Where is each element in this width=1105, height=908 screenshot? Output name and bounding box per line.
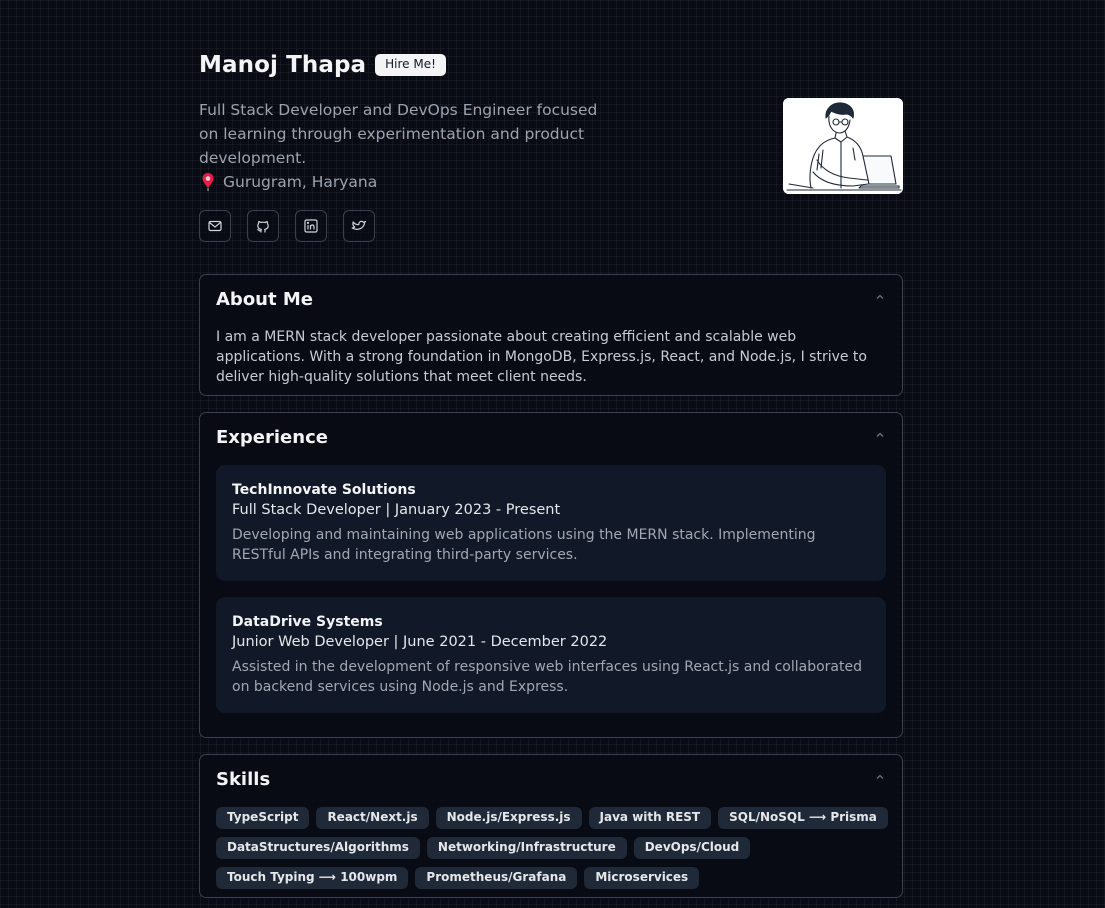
skill-chip: SQL/NoSQL ⟶ Prisma — [718, 807, 888, 829]
skill-chip: Touch Typing ⟶ 100wpm — [216, 867, 409, 889]
skills-section: Skills TypeScript React/Next.js Node.js/… — [199, 754, 903, 898]
chevron-up-icon[interactable] — [874, 429, 886, 441]
experience-item: TechInnovate Solutions Full Stack Develo… — [216, 465, 886, 581]
experience-title: Experience — [216, 427, 328, 448]
location-text: Gurugram, Haryana — [223, 173, 378, 191]
skill-chip: Microservices — [584, 867, 700, 889]
portfolio-page: Manoj Thapa Hire Me! Full Stack Develope… — [199, 0, 903, 898]
experience-company: TechInnovate Solutions — [232, 482, 416, 498]
skills-list: TypeScript React/Next.js Node.js/Express… — [216, 807, 896, 897]
skill-chip: Node.js/Express.js — [435, 807, 582, 829]
twitter-icon — [351, 220, 367, 230]
chevron-up-icon[interactable] — [874, 291, 886, 303]
about-title: About Me — [216, 289, 313, 310]
email-button[interactable] — [199, 210, 231, 242]
map-pin-icon — [199, 170, 217, 194]
chevron-up-icon[interactable] — [874, 771, 886, 783]
skill-chip: DevOps/Cloud — [633, 837, 751, 859]
github-icon — [257, 221, 269, 233]
profile-header: Manoj Thapa Hire Me! Full Stack Develope… — [199, 0, 903, 274]
experience-description: Developing and maintaining web applicati… — [232, 527, 816, 563]
experience-section: Experience TechInnovate Solutions Full S… — [199, 412, 903, 738]
hire-me-button[interactable]: Hire Me! — [375, 54, 446, 76]
twitter-button[interactable] — [343, 210, 375, 242]
avatar — [783, 98, 903, 194]
experience-description: Assisted in the development of responsiv… — [232, 659, 862, 695]
about-text: I am a MERN stack developer passionate a… — [216, 329, 867, 385]
mail-icon — [208, 220, 222, 232]
social-links — [199, 210, 391, 242]
skill-chip: Networking/Infrastructure — [426, 837, 627, 859]
skill-chip: TypeScript — [216, 807, 310, 829]
profile-bio: Full Stack Developer and DevOps Engineer… — [199, 101, 598, 167]
linkedin-button[interactable] — [295, 210, 327, 242]
profile-location: Gurugram, Haryana — [199, 170, 377, 194]
skill-chip: Prometheus/Grafana — [415, 867, 578, 889]
linkedin-icon — [304, 219, 318, 233]
skill-chip: Java with REST — [588, 807, 712, 829]
experience-item: DataDrive Systems Junior Web Developer |… — [216, 597, 886, 713]
experience-role: Junior Web Developer | June 2021 - Decem… — [232, 634, 608, 650]
experience-role: Full Stack Developer | January 2023 - Pr… — [232, 502, 561, 518]
name-row: Manoj Thapa Hire Me! — [199, 52, 446, 78]
skill-chip: DataStructures/Algorithms — [216, 837, 420, 859]
skill-chip: React/Next.js — [316, 807, 429, 829]
github-button[interactable] — [247, 210, 279, 242]
about-section: About Me I am a MERN stack developer pas… — [199, 274, 903, 396]
skills-title: Skills — [216, 769, 271, 790]
experience-company: DataDrive Systems — [232, 614, 383, 630]
profile-name: Manoj Thapa — [199, 52, 367, 78]
